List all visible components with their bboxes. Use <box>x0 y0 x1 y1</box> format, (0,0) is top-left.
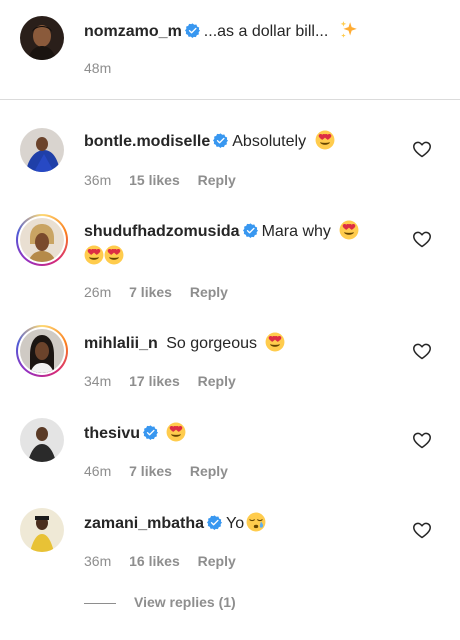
sleepy-face-emoji-icon <box>246 512 266 532</box>
comment-text: Mara why <box>261 223 331 240</box>
verified-badge-icon <box>213 133 228 148</box>
verified-badge-icon <box>207 515 222 530</box>
sparkles-emoji-icon <box>339 20 359 40</box>
reply-button[interactable]: Reply <box>198 373 236 389</box>
heart-eyes-emoji-icon <box>265 332 285 352</box>
comment-meta: 34m 17 likes Reply <box>84 372 250 390</box>
reply-button[interactable]: Reply <box>198 553 236 569</box>
comment-username[interactable]: zamani_mbatha <box>84 515 204 532</box>
comment-line: shudufhadzomusida Mara why <box>84 220 410 268</box>
heart-icon[interactable] <box>412 520 432 540</box>
comment-meta: 36m 16 likes Reply <box>84 552 250 570</box>
heart-eyes-emoji-icon <box>84 245 104 265</box>
heart-eyes-emoji-icon <box>104 245 124 265</box>
avatar[interactable] <box>20 508 64 552</box>
caption-time: 48m <box>84 60 112 76</box>
story-ring[interactable] <box>16 214 68 266</box>
comment-time: 26m <box>84 284 112 300</box>
comment-likes[interactable]: 16 likes <box>129 553 180 569</box>
comment-line: zamani_mbatha Yo <box>84 512 410 535</box>
caption-username[interactable]: nomzamo_m <box>84 23 182 40</box>
comment-meta: 36m 15 likes Reply <box>84 171 250 189</box>
view-replies-label: View replies (1) <box>134 594 236 610</box>
comment-time: 46m <box>84 463 112 479</box>
caption-text: ...as a dollar bill... <box>203 23 329 40</box>
caption-meta: 48m <box>84 59 125 77</box>
comment-username[interactable]: mihlalii_n <box>84 335 158 352</box>
verified-badge-icon <box>185 23 200 38</box>
comment-text: So gorgeous <box>166 335 257 352</box>
story-ring[interactable] <box>16 325 68 377</box>
caption-line: nomzamo_m ...as a dollar bill... <box>84 20 410 43</box>
verified-badge-icon <box>143 425 158 440</box>
comment-time: 36m <box>84 553 112 569</box>
comment-time: 34m <box>84 373 112 389</box>
reply-button[interactable]: Reply <box>190 463 228 479</box>
comment-likes[interactable]: 7 likes <box>129 284 172 300</box>
comment-likes[interactable]: 7 likes <box>129 463 172 479</box>
heart-eyes-emoji-icon <box>315 130 335 150</box>
verified-badge-icon <box>243 223 258 238</box>
heart-eyes-emoji-icon <box>166 422 186 442</box>
avatar[interactable] <box>20 16 64 60</box>
comment-time: 36m <box>84 172 112 188</box>
reply-button[interactable]: Reply <box>190 284 228 300</box>
avatar <box>20 329 64 373</box>
comment-meta: 46m 7 likes Reply <box>84 462 242 480</box>
comment-text: Absolutely <box>232 133 307 150</box>
post-caption: nomzamo_m ...as a dollar bill... 48m <box>0 0 460 100</box>
comment-username[interactable]: bontle.modiselle <box>84 133 210 150</box>
avatar <box>20 218 64 262</box>
comment-text: Yo <box>226 515 245 532</box>
heart-icon[interactable] <box>412 430 432 450</box>
heart-icon[interactable] <box>412 341 432 361</box>
divider-dash <box>84 602 116 604</box>
comment-likes[interactable]: 15 likes <box>129 172 180 188</box>
comment-meta: 26m 7 likes Reply <box>84 283 242 301</box>
comment-line: thesivu <box>84 422 410 445</box>
avatar[interactable] <box>20 418 64 462</box>
reply-button[interactable]: Reply <box>198 172 236 188</box>
comment-username[interactable]: thesivu <box>84 425 140 442</box>
comment-line: mihlalii_n So gorgeous <box>84 332 410 355</box>
heart-icon[interactable] <box>412 139 432 159</box>
comment-line: bontle.modiselle Absolutely <box>84 130 410 153</box>
heart-icon[interactable] <box>412 229 432 249</box>
view-replies-button[interactable]: View replies (1) <box>84 593 236 611</box>
comment-username[interactable]: shudufhadzomusida <box>84 223 240 240</box>
avatar[interactable] <box>20 128 64 172</box>
heart-eyes-emoji-icon <box>339 220 359 240</box>
comment-likes[interactable]: 17 likes <box>129 373 180 389</box>
